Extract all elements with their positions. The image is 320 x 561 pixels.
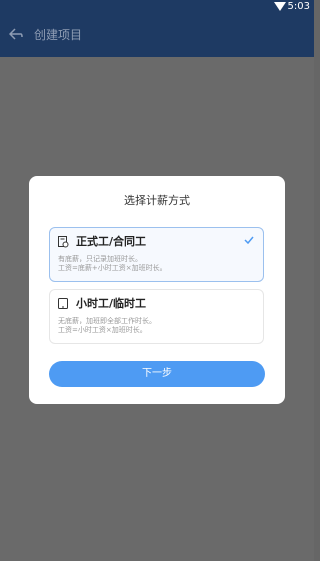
option-description: 无底薪，加班即全部工作时长。	[58, 317, 156, 325]
dialog-title: 选择计薪方式	[124, 194, 190, 207]
next-button[interactable]: 下一步	[49, 361, 265, 387]
option-title: 小时工/临时工	[76, 297, 147, 310]
wifi-icon	[274, 2, 286, 11]
document-icon	[58, 236, 69, 248]
page-icon	[58, 298, 68, 309]
status-time: 5:03	[287, 1, 310, 12]
option-formula: 工资=小时工资×加班时长。	[58, 326, 147, 334]
option-regular-worker[interactable]: 正式工/合同工 有底薪，只记录加班时长。 工资=底薪+小时工资×加班时长。	[49, 227, 264, 282]
option-title: 正式工/合同工	[76, 235, 147, 248]
option-formula: 工资=底薪+小时工资×加班时长。	[58, 264, 167, 272]
salary-method-dialog: 选择计薪方式 正式工/合同工 有底薪，只记录加班时长。 工资=底薪+小时工资×加…	[29, 176, 285, 404]
checkmark-icon	[244, 236, 254, 244]
page-title: 创建项目	[34, 28, 83, 42]
option-description: 有底薪，只记录加班时长。	[58, 255, 142, 263]
back-arrow-icon[interactable]	[9, 27, 23, 41]
option-hourly-worker[interactable]: 小时工/临时工 无底薪，加班即全部工作时长。 工资=小时工资×加班时长。	[49, 289, 264, 344]
status-bar: 5:03	[0, 0, 314, 14]
app-bar: 创建项目	[0, 14, 314, 57]
